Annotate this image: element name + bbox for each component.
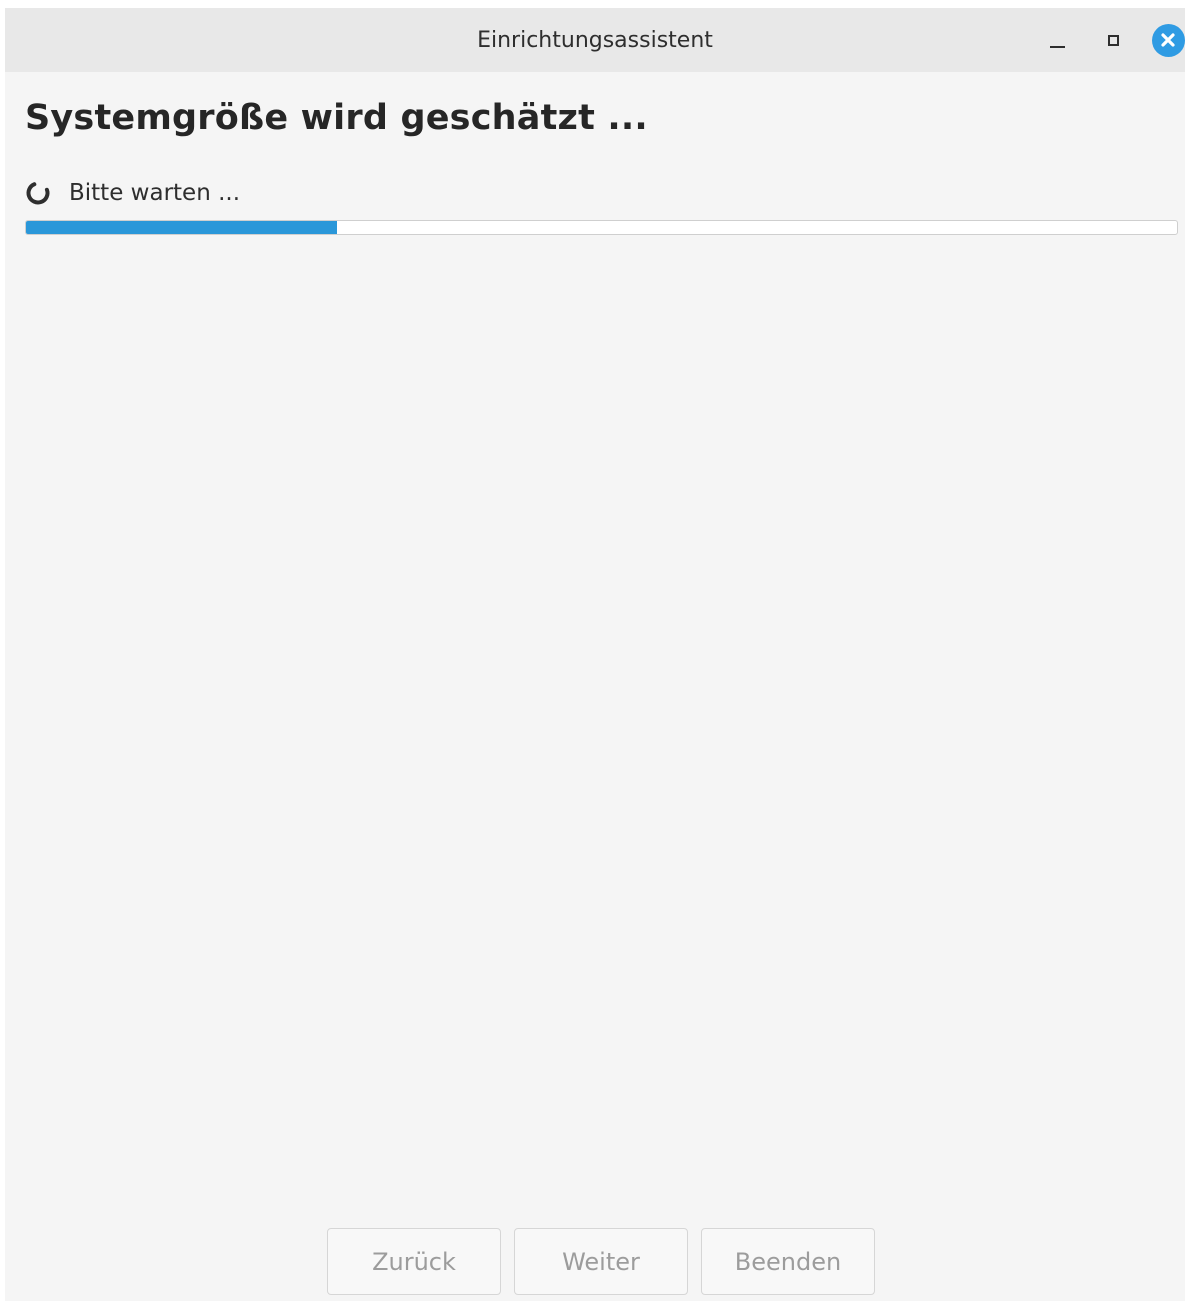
next-button[interactable]: Weiter — [514, 1228, 688, 1295]
maximize-icon — [1107, 34, 1119, 46]
status-row: Bitte warten ... — [25, 176, 240, 210]
maximize-button[interactable] — [1095, 22, 1131, 58]
back-button[interactable]: Zurück — [327, 1228, 501, 1295]
spinner-icon — [25, 180, 51, 206]
setup-wizard-window: Einrichtungsassistent Systemgröße wird g… — [5, 8, 1185, 1301]
finish-button[interactable]: Beenden — [701, 1228, 875, 1295]
minimize-button[interactable] — [1039, 22, 1075, 58]
title-bar[interactable]: Einrichtungsassistent — [5, 8, 1185, 72]
status-text: Bitte warten ... — [69, 180, 241, 206]
close-button[interactable] — [1150, 22, 1185, 58]
progress-fill — [26, 221, 337, 234]
progress-bar — [25, 220, 1178, 235]
minimize-icon — [1049, 46, 1065, 48]
close-icon — [1151, 23, 1185, 57]
wizard-buttons: Zurück Weiter Beenden — [327, 1228, 875, 1295]
page-title: Systemgröße wird geschätzt ... — [25, 98, 648, 138]
window-title: Einrichtungsassistent — [477, 28, 713, 53]
